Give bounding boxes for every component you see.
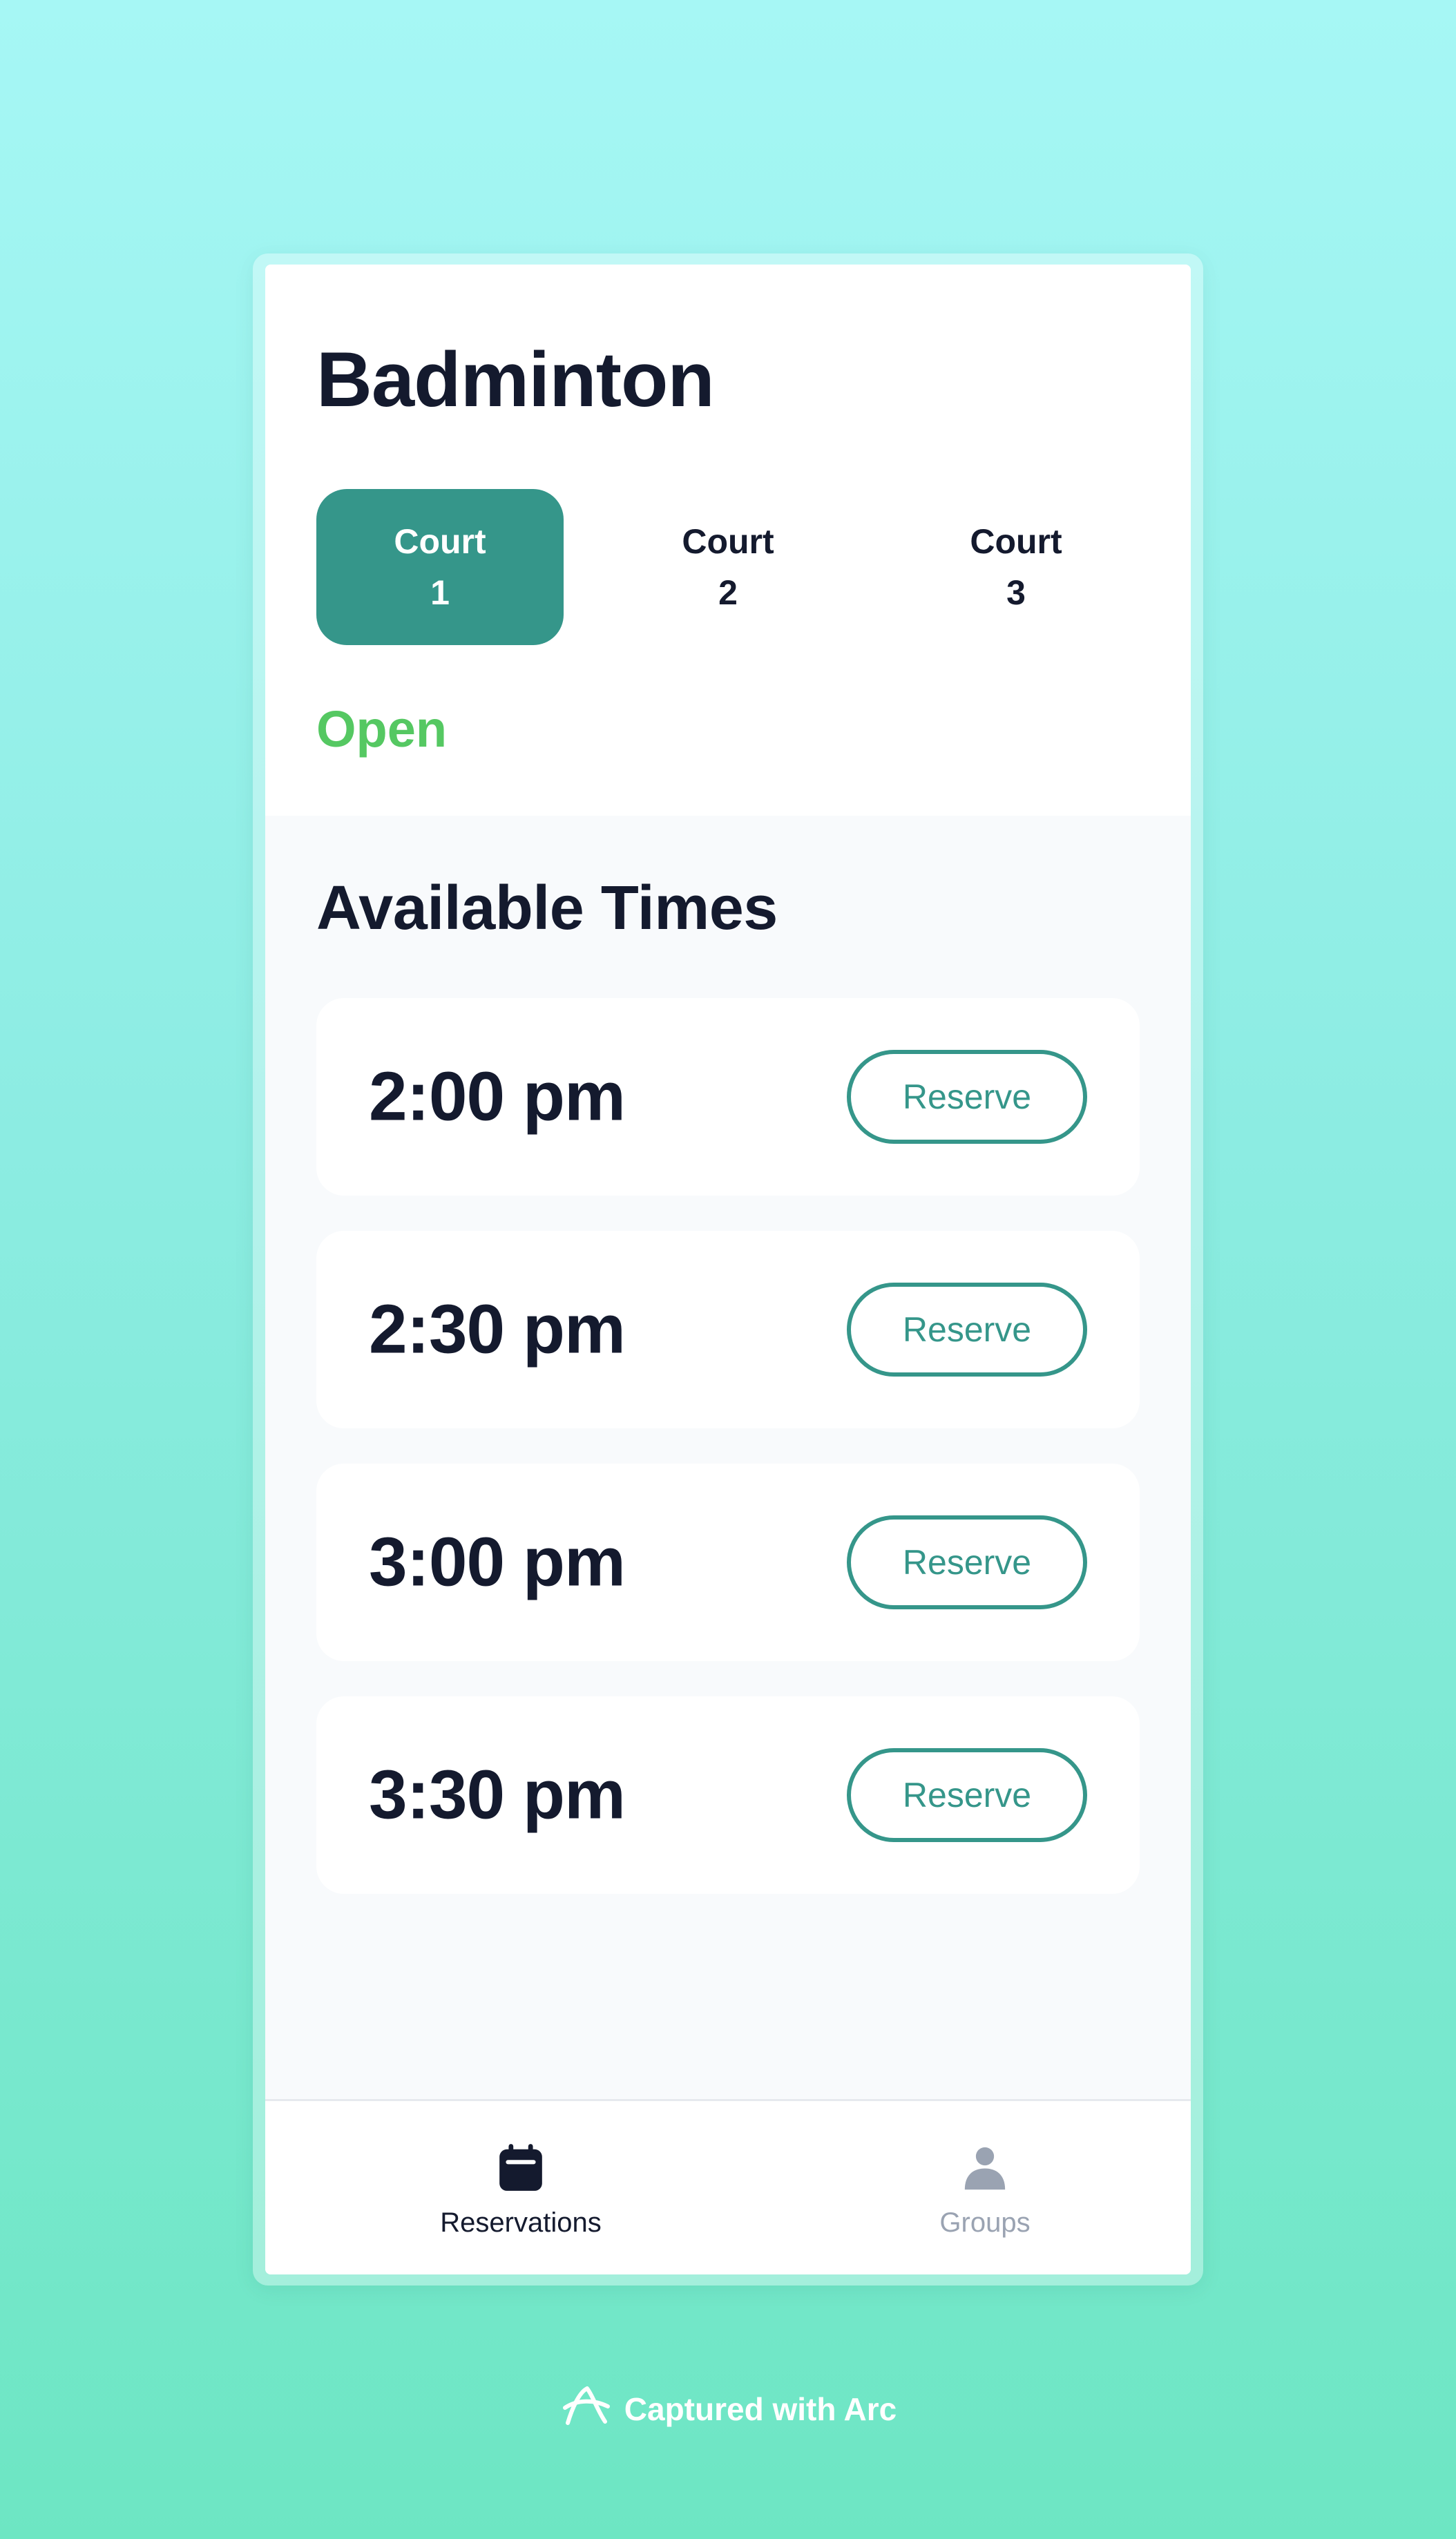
page-title: Badminton [316,336,715,423]
time-slot: 3:00 pm Reserve [316,1464,1140,1661]
status-badge: Open [316,700,448,758]
nav-item-reservations[interactable]: Reservations [355,2101,687,2274]
court-tabs: Court 1 Court 2 Court 3 [316,489,1140,645]
time-slot: 2:00 pm Reserve [316,998,1140,1196]
arc-logo-icon [559,2384,612,2435]
time-slot: 2:30 pm Reserve [316,1231,1140,1428]
tab-court-3[interactable]: Court 3 [892,489,1140,645]
user-icon [961,2140,1009,2195]
time-slot: 3:30 pm Reserve [316,1696,1140,1894]
bottom-nav: Reservations Groups [265,2099,1191,2274]
tab-court-3-label: Court [970,522,1062,561]
tab-court-2-number: 2 [718,573,738,612]
tab-court-2[interactable]: Court 2 [604,489,852,645]
tab-court-3-number: 3 [1006,573,1026,612]
slot-time: 2:00 pm [369,1057,626,1136]
reserve-button[interactable]: Reserve [847,1050,1087,1144]
tab-court-1[interactable]: Court 1 [316,489,564,645]
tab-court-1-number: 1 [430,573,450,612]
watermark-text: Captured with Arc [624,2391,897,2427]
app-screen: Badminton Court 1 Court 2 Court 3 Open A… [265,265,1191,2274]
slot-time: 3:30 pm [369,1756,626,1834]
reserve-button[interactable]: Reserve [847,1748,1087,1842]
tab-court-1-label: Court [394,522,486,561]
slot-time: 3:00 pm [369,1523,626,1601]
slot-time: 2:30 pm [369,1290,626,1368]
nav-label-groups: Groups [939,2207,1031,2238]
nav-label-reservations: Reservations [440,2207,602,2238]
nav-item-groups[interactable]: Groups [819,2101,1151,2274]
section-title: Available Times [316,874,778,943]
reserve-button[interactable]: Reserve [847,1283,1087,1377]
calendar-icon [495,2140,546,2195]
reserve-button[interactable]: Reserve [847,1515,1087,1609]
capture-watermark: Captured with Arc [0,2382,1456,2437]
header-section: Badminton Court 1 Court 2 Court 3 Open [265,265,1191,816]
tab-court-2-label: Court [682,522,774,561]
